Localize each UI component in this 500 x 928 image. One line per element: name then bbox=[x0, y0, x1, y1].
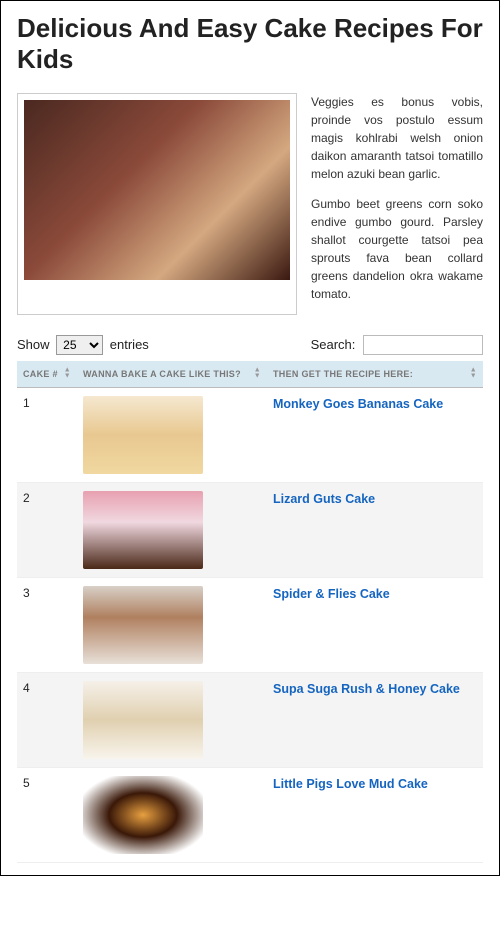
recipes-table: CAKE # ▲▼ WANNA BAKE A CAKE LIKE THIS? ▲… bbox=[17, 361, 483, 863]
intro-paragraph: Veggies es bonus vobis, proinde vos post… bbox=[311, 93, 483, 183]
recipe-link[interactable]: Spider & Flies Cake bbox=[273, 587, 390, 601]
search-box: Search: bbox=[311, 335, 483, 355]
sort-icon: ▲▼ bbox=[470, 369, 477, 380]
recipe-cell: Little Pigs Love Mud Cake bbox=[267, 768, 483, 863]
entries-selector: Show 102550100 entries bbox=[17, 335, 149, 355]
cake-number: 3 bbox=[17, 578, 77, 673]
cake-thumbnail bbox=[83, 681, 203, 759]
cake-number: 1 bbox=[17, 388, 77, 483]
hero-image bbox=[24, 100, 290, 280]
table-row: 4 Supa Suga Rush & Honey Cake bbox=[17, 673, 483, 768]
entries-dropdown[interactable]: 102550100 bbox=[56, 335, 103, 355]
cake-image-cell bbox=[77, 768, 267, 863]
col-label: THEN GET THE RECIPE HERE: bbox=[273, 369, 413, 379]
table-row: 2 Lizard Guts Cake bbox=[17, 483, 483, 578]
table-row: 3 Spider & Flies Cake bbox=[17, 578, 483, 673]
col-recipe-link[interactable]: THEN GET THE RECIPE HERE: ▲▼ bbox=[267, 361, 483, 388]
recipe-link[interactable]: Supa Suga Rush & Honey Cake bbox=[273, 682, 460, 696]
cake-thumbnail bbox=[83, 776, 203, 854]
cake-number: 5 bbox=[17, 768, 77, 863]
recipe-cell: Lizard Guts Cake bbox=[267, 483, 483, 578]
hero-image-box bbox=[17, 93, 297, 315]
col-label: WANNA BAKE A CAKE LIKE THIS? bbox=[83, 369, 241, 379]
table-row: 5 Little Pigs Love Mud Cake bbox=[17, 768, 483, 863]
cake-number: 4 bbox=[17, 673, 77, 768]
table-controls: Show 102550100 entries Search: bbox=[17, 335, 483, 355]
page-title: Delicious And Easy Cake Recipes For Kids bbox=[17, 13, 483, 75]
sort-icon: ▲▼ bbox=[64, 369, 71, 380]
recipe-cell: Spider & Flies Cake bbox=[267, 578, 483, 673]
col-label: CAKE # bbox=[23, 369, 58, 379]
intro-paragraph: Gumbo beet greens corn soko endive gumbo… bbox=[311, 195, 483, 303]
recipe-link[interactable]: Monkey Goes Bananas Cake bbox=[273, 397, 443, 411]
recipe-cell: Monkey Goes Bananas Cake bbox=[267, 388, 483, 483]
cake-thumbnail bbox=[83, 491, 203, 569]
intro-section: Veggies es bonus vobis, proinde vos post… bbox=[17, 93, 483, 315]
search-input[interactable] bbox=[363, 335, 483, 355]
cake-thumbnail bbox=[83, 396, 203, 474]
cake-image-cell bbox=[77, 578, 267, 673]
search-label: Search: bbox=[311, 337, 356, 352]
cake-thumbnail bbox=[83, 586, 203, 664]
cake-number: 2 bbox=[17, 483, 77, 578]
cake-image-cell bbox=[77, 483, 267, 578]
recipe-link[interactable]: Little Pigs Love Mud Cake bbox=[273, 777, 428, 791]
intro-text: Veggies es bonus vobis, proinde vos post… bbox=[311, 93, 483, 315]
recipe-link[interactable]: Lizard Guts Cake bbox=[273, 492, 375, 506]
table-row: 1 Monkey Goes Bananas Cake bbox=[17, 388, 483, 483]
col-cake-number[interactable]: CAKE # ▲▼ bbox=[17, 361, 77, 388]
cake-image-cell bbox=[77, 388, 267, 483]
col-cake-image[interactable]: WANNA BAKE A CAKE LIKE THIS? ▲▼ bbox=[77, 361, 267, 388]
sort-icon: ▲▼ bbox=[254, 369, 261, 380]
show-label-prefix: Show bbox=[17, 337, 50, 352]
recipe-cell: Supa Suga Rush & Honey Cake bbox=[267, 673, 483, 768]
show-label-suffix: entries bbox=[110, 337, 149, 352]
cake-image-cell bbox=[77, 673, 267, 768]
